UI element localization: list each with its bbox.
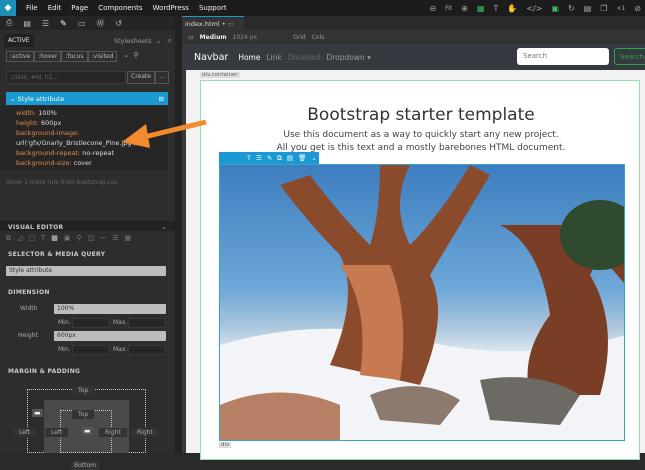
arrow-head: [122, 124, 150, 148]
padding-bottom-field[interactable]: Bottom: [71, 461, 100, 470]
arrow-shaft: [139, 119, 207, 141]
annotation-arrow: [122, 119, 207, 148]
